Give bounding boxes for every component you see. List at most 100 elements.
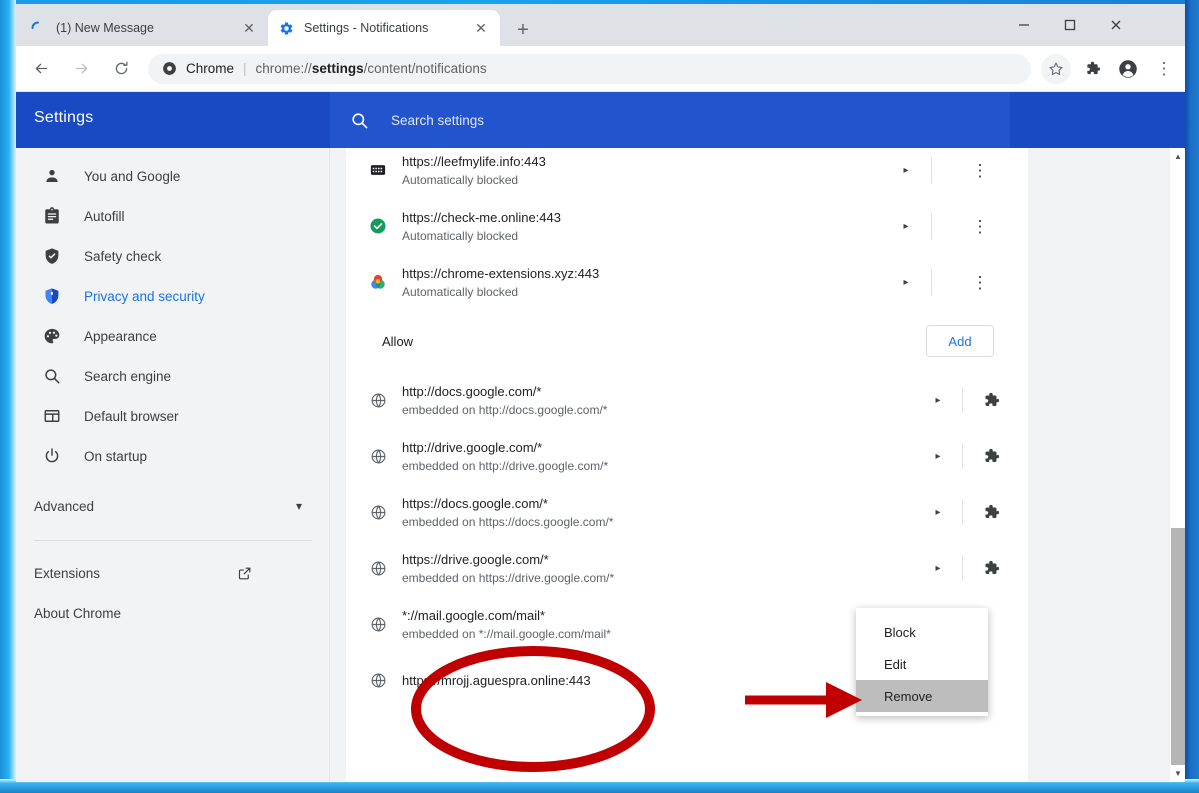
row-primary: https://check-me.online:443	[402, 209, 561, 225]
extensions-puzzle-icon[interactable]	[1077, 54, 1107, 84]
sidebar-item-about-chrome[interactable]: About Chrome	[16, 593, 330, 633]
add-button[interactable]: Add	[926, 325, 994, 357]
search-input[interactable]	[391, 112, 951, 128]
scroll-up-arrow-icon[interactable]: ▲	[1170, 148, 1185, 165]
globe-icon	[368, 670, 388, 690]
row-primary: https://leefmylife.info:443	[402, 153, 546, 169]
tab-settings-notifications[interactable]: Settings - Notifications ✕	[268, 10, 500, 46]
row-overflow-menu-icon[interactable]: ⋮	[966, 156, 994, 184]
scrollbar-thumb[interactable]	[1171, 528, 1185, 765]
table-row[interactable]: https://drive.google.com/* embedded on h…	[346, 540, 1028, 596]
expand-arrow-icon[interactable]: ▸	[924, 554, 952, 582]
omnibox-separator: |	[243, 61, 247, 76]
extensions-label: Extensions	[34, 565, 101, 581]
row-overflow-menu-icon[interactable]: ⋮	[966, 268, 994, 296]
row-secondary: Automatically blocked	[402, 228, 519, 243]
sidebar-item-default-browser[interactable]: Default browser	[16, 396, 330, 436]
sidebar-item-label: On startup	[84, 448, 148, 464]
chrome-logo-icon	[162, 61, 177, 76]
keyboard-icon	[368, 160, 388, 180]
forward-button[interactable]	[66, 54, 96, 84]
chevron-down-icon: ▾	[295, 499, 302, 513]
bookmark-star-icon[interactable]	[1041, 53, 1071, 84]
row-extension-puzzle-icon[interactable]	[977, 442, 1005, 470]
sidebar-item-label: Privacy and security	[84, 288, 205, 304]
close-icon[interactable]: ✕	[472, 19, 490, 37]
reload-button[interactable]	[106, 54, 136, 84]
row-overflow-menu-icon[interactable]: ⋮	[966, 212, 994, 240]
colorful-icon	[368, 272, 388, 292]
row-text: https://check-me.online:443 Automaticall…	[402, 208, 1028, 245]
table-row[interactable]: https://leefmylife.info:443 Automaticall…	[346, 148, 1028, 198]
row-divider	[931, 157, 932, 183]
sidebar-item-privacy-and-security[interactable]: Privacy and security	[16, 276, 330, 316]
sidebar-item-on-startup[interactable]: On startup	[16, 436, 330, 476]
globe-icon	[368, 614, 388, 634]
green-check-icon	[368, 216, 388, 236]
about-chrome-label: About Chrome	[34, 605, 122, 621]
gear-icon	[278, 20, 294, 36]
table-row[interactable]: http://drive.google.com/* embedded on ht…	[346, 428, 1028, 484]
url-prefix: chrome://	[255, 61, 312, 76]
table-row[interactable]: https://check-me.online:443 Automaticall…	[346, 198, 1028, 254]
table-row[interactable]: https://docs.google.com/* embedded on ht…	[346, 484, 1028, 540]
shield-lock-icon	[42, 286, 62, 306]
table-row[interactable]: http://docs.google.com/* embedded on htt…	[346, 372, 1028, 428]
sidebar-item-safety-check[interactable]: Safety check	[16, 236, 330, 276]
row-secondary: Automatically blocked	[402, 284, 519, 299]
close-window-button[interactable]	[1093, 4, 1139, 46]
row-divider	[962, 443, 963, 469]
sidebar-item-search-engine[interactable]: Search engine	[16, 356, 330, 396]
row-extension-puzzle-icon[interactable]	[977, 386, 1005, 414]
power-icon	[42, 446, 62, 466]
sidebar-item-label: Autofill	[84, 208, 125, 224]
search-icon	[350, 111, 369, 130]
omnibox-url: chrome://settings/content/notifications	[256, 61, 487, 76]
sidebar-item-appearance[interactable]: Appearance	[16, 316, 330, 356]
sidebar-item-advanced[interactable]: Advanced ▾	[16, 486, 330, 526]
new-tab-button[interactable]: +	[510, 17, 536, 43]
close-icon[interactable]: ✕	[240, 19, 258, 37]
sidebar-item-extensions[interactable]: Extensions	[16, 553, 330, 593]
context-menu-item-edit[interactable]: Edit	[856, 648, 988, 680]
back-button[interactable]	[26, 54, 56, 84]
row-divider	[931, 269, 932, 295]
address-bar[interactable]: Chrome | chrome://settings/content/notif…	[148, 53, 1031, 84]
minimize-button[interactable]	[1001, 4, 1047, 46]
scroll-down-arrow-icon[interactable]: ▼	[1170, 765, 1185, 782]
row-extension-puzzle-icon[interactable]	[977, 498, 1005, 526]
globe-icon	[368, 390, 388, 410]
tab-title: Settings - Notifications	[304, 21, 429, 35]
search-icon	[42, 366, 62, 386]
expand-arrow-icon[interactable]: ▸	[924, 386, 952, 414]
settings-content-area: Automatically blocked ⋮ https://leefmyli…	[330, 148, 1185, 782]
profile-avatar-icon[interactable]	[1113, 54, 1143, 84]
row-secondary: Automatically blocked	[402, 172, 519, 187]
expand-arrow-icon[interactable]: ▸	[924, 498, 952, 526]
table-row[interactable]: https://chrome-extensions.xyz:443 Automa…	[346, 254, 1028, 310]
tab-new-message[interactable]: (1) New Message ✕	[20, 10, 268, 46]
browser-menu-icon[interactable]: ⋮	[1149, 54, 1179, 84]
allow-section-header: Allow Add	[346, 310, 1028, 372]
expand-arrow-icon[interactable]: ▸	[892, 212, 920, 240]
sidebar-item-label: Search engine	[84, 368, 172, 384]
row-divider	[962, 387, 963, 413]
globe-icon	[368, 502, 388, 522]
row-extension-puzzle-icon[interactable]	[977, 554, 1005, 582]
settings-search-container[interactable]	[330, 92, 1010, 148]
sidebar-item-autofill[interactable]: Autofill	[16, 196, 330, 236]
clipboard-icon	[42, 206, 62, 226]
expand-arrow-icon[interactable]: ▸	[924, 442, 952, 470]
sidebar-item-label: Default browser	[84, 408, 179, 424]
content-scrollbar[interactable]: ▲ ▼	[1169, 148, 1185, 782]
expand-arrow-icon[interactable]: ▸	[892, 268, 920, 296]
sidebar-item-label: You and Google	[84, 168, 181, 184]
expand-arrow-icon[interactable]: ▸	[892, 156, 920, 184]
settings-header: Settings	[16, 92, 1185, 148]
browser-toolbar: Chrome | chrome://settings/content/notif…	[16, 46, 1185, 92]
browser-window: (1) New Message ✕ Settings - Notificatio…	[16, 4, 1185, 782]
maximize-button[interactable]	[1047, 4, 1093, 46]
context-menu-item-block[interactable]: Block	[856, 616, 988, 648]
sidebar-item-you-and-google[interactable]: You and Google	[16, 156, 330, 196]
context-menu-item-remove[interactable]: Remove	[856, 680, 988, 712]
